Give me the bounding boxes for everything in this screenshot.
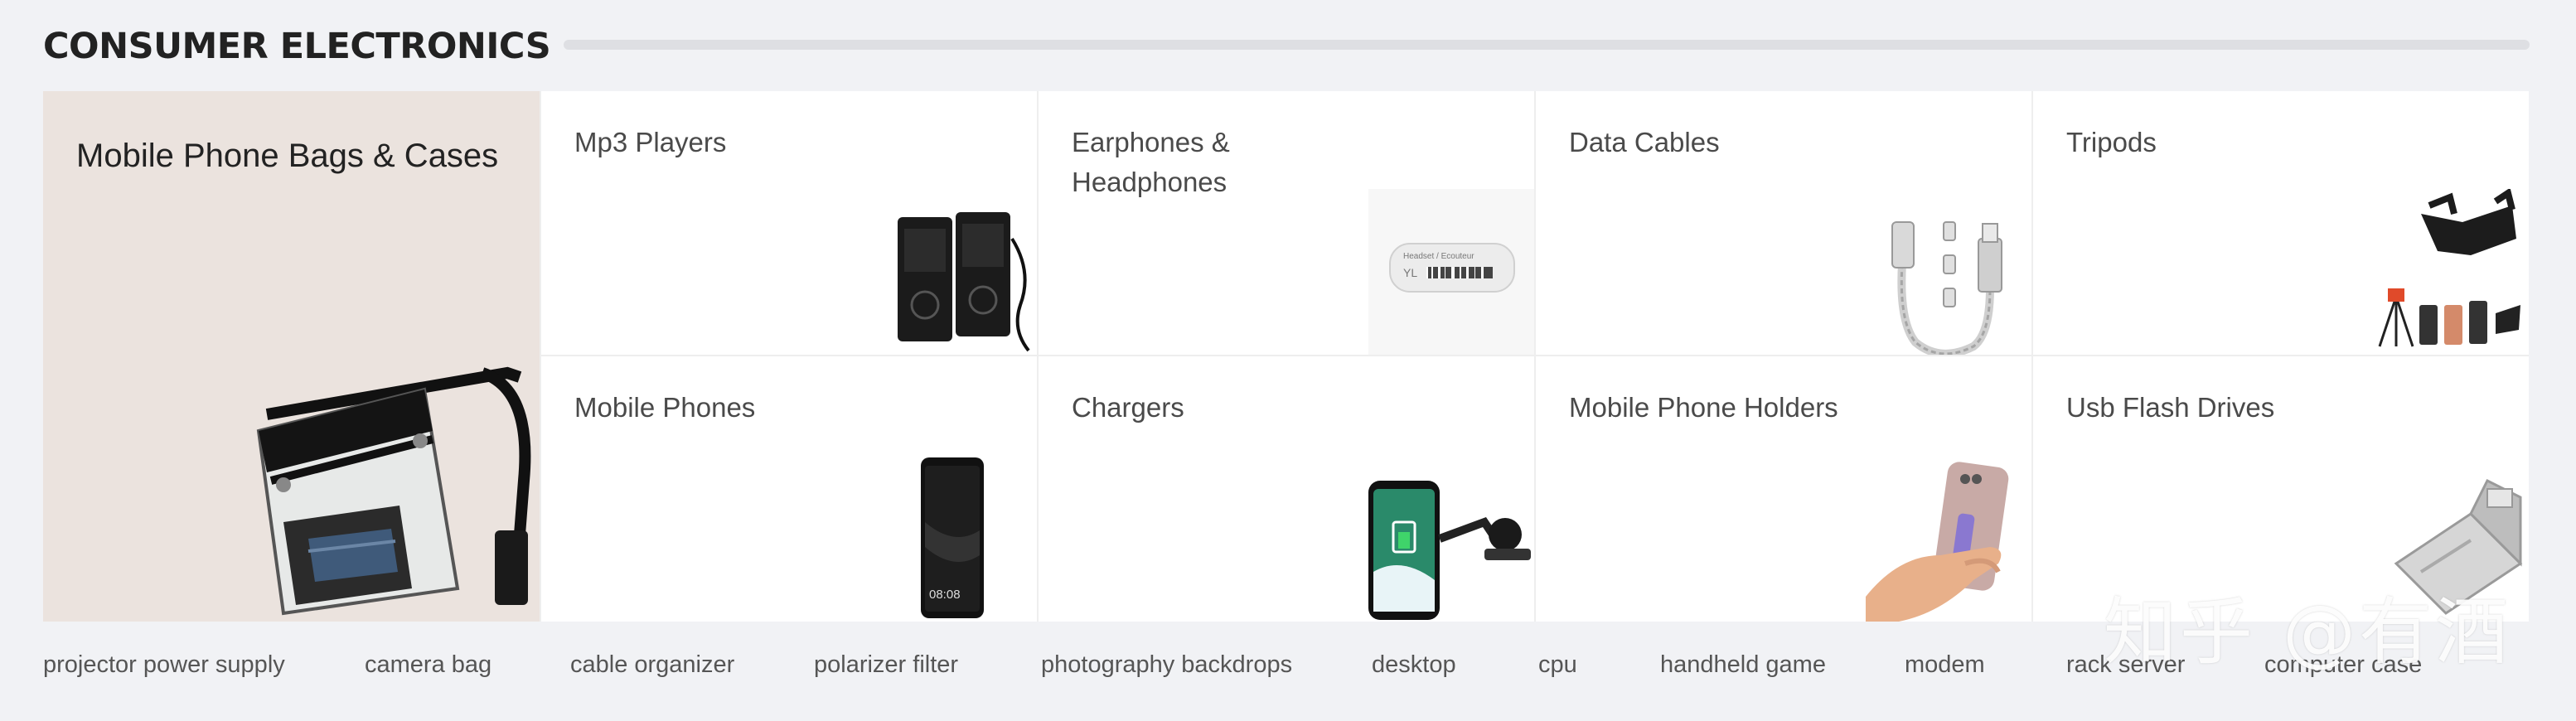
tag-link[interactable]: desktop [1372, 651, 1456, 679]
category-grid: Mobile Phone Bags & Cases Mp3 Players Ea… [43, 91, 2530, 622]
phone-holder-image [1866, 462, 2009, 622]
title-divider [564, 40, 2530, 50]
category-label: Tripods [2066, 127, 2157, 157]
category-label: Data Cables [1569, 127, 1720, 157]
category-label: Mobile Phone Bags & Cases [76, 138, 499, 174]
category-label: Mobile Phone Holders [1569, 392, 1838, 423]
category-label: Earphones & Headphones [1072, 127, 1230, 197]
mp3-player-image [898, 212, 1030, 352]
category-mobile-phone-bags-cases[interactable]: Mobile Phone Bags & Cases [43, 91, 540, 622]
tag-link[interactable]: handheld game [1660, 651, 1826, 679]
earphones-package-image: Headset / Ecouteur YL [1368, 189, 1534, 355]
tag-link[interactable]: cable organizer [570, 651, 734, 679]
earphone-brand-text: YL [1403, 266, 1417, 279]
data-cable-image [1891, 221, 2002, 355]
earphone-tag-text: Headset / Ecouteur [1403, 252, 1474, 261]
section-header: CONSUMER ELECTRONICS [43, 20, 2530, 73]
category-label: Chargers [1072, 392, 1184, 423]
category-mp3-players[interactable]: Mp3 Players [540, 91, 1037, 356]
phone-time-text: 08:08 [929, 588, 961, 602]
category-data-cables[interactable]: Data Cables [1534, 91, 2031, 356]
tripod-image [2378, 189, 2520, 347]
clear-crossbody-bag-image [256, 366, 531, 616]
tag-link[interactable]: polarizer filter [814, 651, 958, 679]
category-tripods[interactable]: Tripods [2031, 91, 2529, 356]
category-mobile-phone-holders[interactable]: Mobile Phone Holders [1534, 356, 2031, 622]
category-earphones-headphones[interactable]: Earphones & Headphones Headset / Ecouteu… [1037, 91, 1534, 356]
category-label: Usb Flash Drives [2066, 392, 2275, 423]
tag-link[interactable]: photography backdrops [1041, 651, 1292, 679]
tag-link[interactable]: projector power supply [43, 651, 285, 679]
tag-link[interactable]: camera bag [365, 651, 491, 679]
section-title: CONSUMER ELECTRONICS [43, 26, 551, 67]
category-label: Mobile Phones [574, 392, 756, 423]
watermark: 知乎 @有酒 [2104, 589, 2511, 675]
mobile-phone-image: 08:08 [921, 457, 984, 618]
tag-link[interactable]: modem [1905, 651, 1985, 679]
tag-link[interactable]: cpu [1538, 651, 1577, 679]
category-chargers[interactable]: Chargers [1037, 356, 1534, 622]
car-charger-mount-image [1368, 481, 1531, 620]
category-mobile-phones[interactable]: Mobile Phones 08:08 [540, 356, 1037, 622]
category-label: Mp3 Players [574, 127, 727, 157]
category-cells: Mp3 Players Earphones & Headphones Heads… [540, 91, 2529, 622]
